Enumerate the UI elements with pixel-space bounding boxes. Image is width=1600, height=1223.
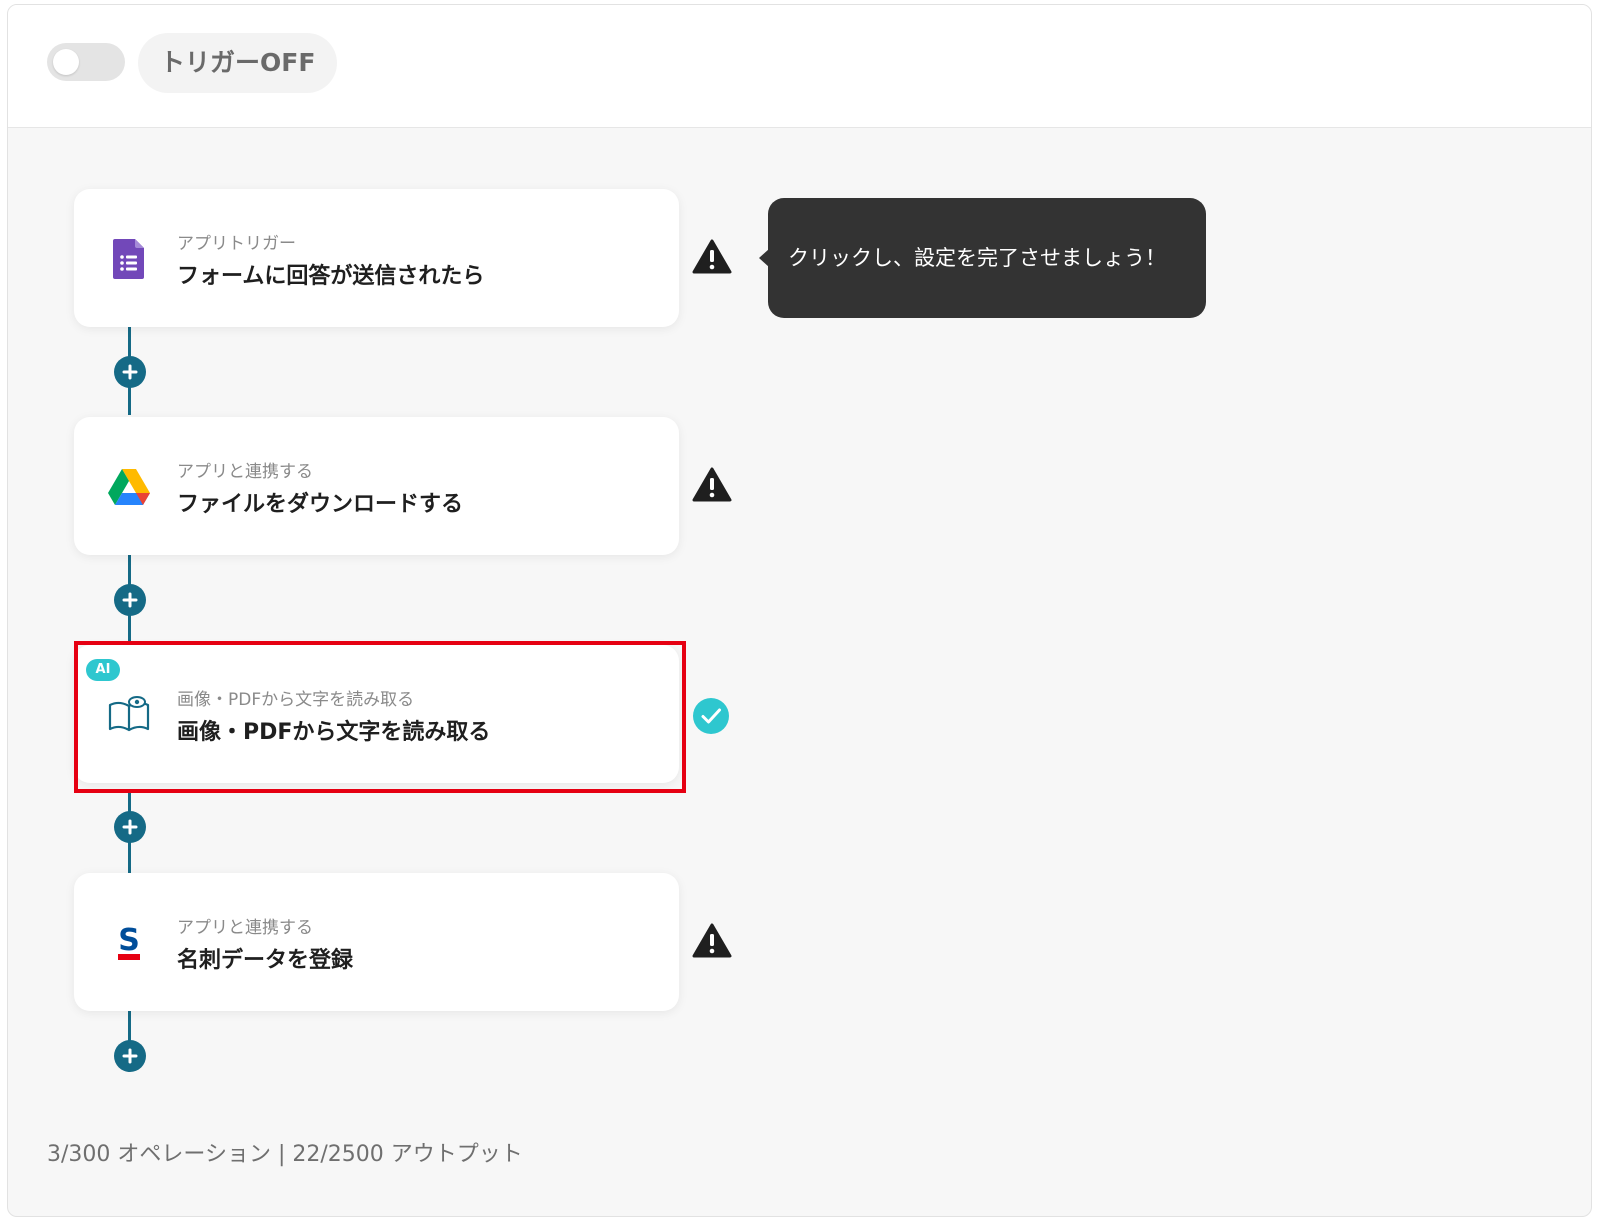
sansan-icon: S (118, 923, 140, 960)
add-step-button[interactable] (114, 356, 146, 388)
plus-icon (122, 1048, 138, 1064)
add-step-button[interactable] (114, 1040, 146, 1072)
step-card-ocr[interactable]: 画像・PDFから文字を読み取る 画像・PDFから文字を読み取る (74, 645, 679, 783)
plus-icon (122, 819, 138, 835)
add-step-button[interactable] (114, 584, 146, 616)
step-type-label: 画像・PDFから文字を読み取る (177, 690, 415, 710)
setup-tooltip: クリックし、設定を完了させましょう！ (759, 198, 1206, 318)
flow-editor: トリガーOFF アプリトリガー フォームに回答が送信されたら クリックし、設定を… (7, 4, 1592, 1217)
plus-icon (122, 364, 138, 380)
svg-text:S: S (118, 923, 140, 958)
step-type-label: アプリと連携する (177, 918, 313, 938)
step-title: フォームに回答が送信されたら (177, 264, 485, 289)
step-card-form-trigger[interactable]: アプリトリガー フォームに回答が送信されたら (74, 189, 679, 327)
usage-counter: 3/300 オペレーション | 22/2500 アウトプット (47, 1142, 523, 1167)
google-drive-icon (108, 469, 150, 505)
step-type-label: アプリと連携する (177, 462, 313, 482)
step-title: 画像・PDFから文字を読み取る (177, 720, 491, 745)
warning-icon[interactable] (692, 467, 732, 503)
trigger-toggle[interactable] (47, 43, 125, 81)
step-card-drive-download[interactable]: アプリと連携する ファイルをダウンロードする (74, 417, 679, 555)
step-title: 名刺データを登録 (177, 948, 354, 973)
step-card-sansan-register[interactable]: S アプリと連携する 名刺データを登録 (74, 873, 679, 1011)
ai-badge: AI (86, 659, 120, 681)
google-forms-icon (113, 239, 144, 279)
check-icon[interactable] (692, 697, 730, 735)
trigger-status-label: トリガーOFF (138, 33, 338, 93)
step-title: ファイルをダウンロードする (177, 492, 464, 517)
warning-icon[interactable] (692, 923, 732, 959)
header-bar: トリガーOFF (8, 5, 1591, 128)
warning-icon[interactable] (692, 239, 732, 275)
toggle-knob (53, 49, 79, 75)
step-type-label: アプリトリガー (177, 234, 296, 254)
plus-icon (122, 592, 138, 608)
add-step-button[interactable] (114, 811, 146, 843)
ocr-book-eye-icon (108, 696, 150, 732)
